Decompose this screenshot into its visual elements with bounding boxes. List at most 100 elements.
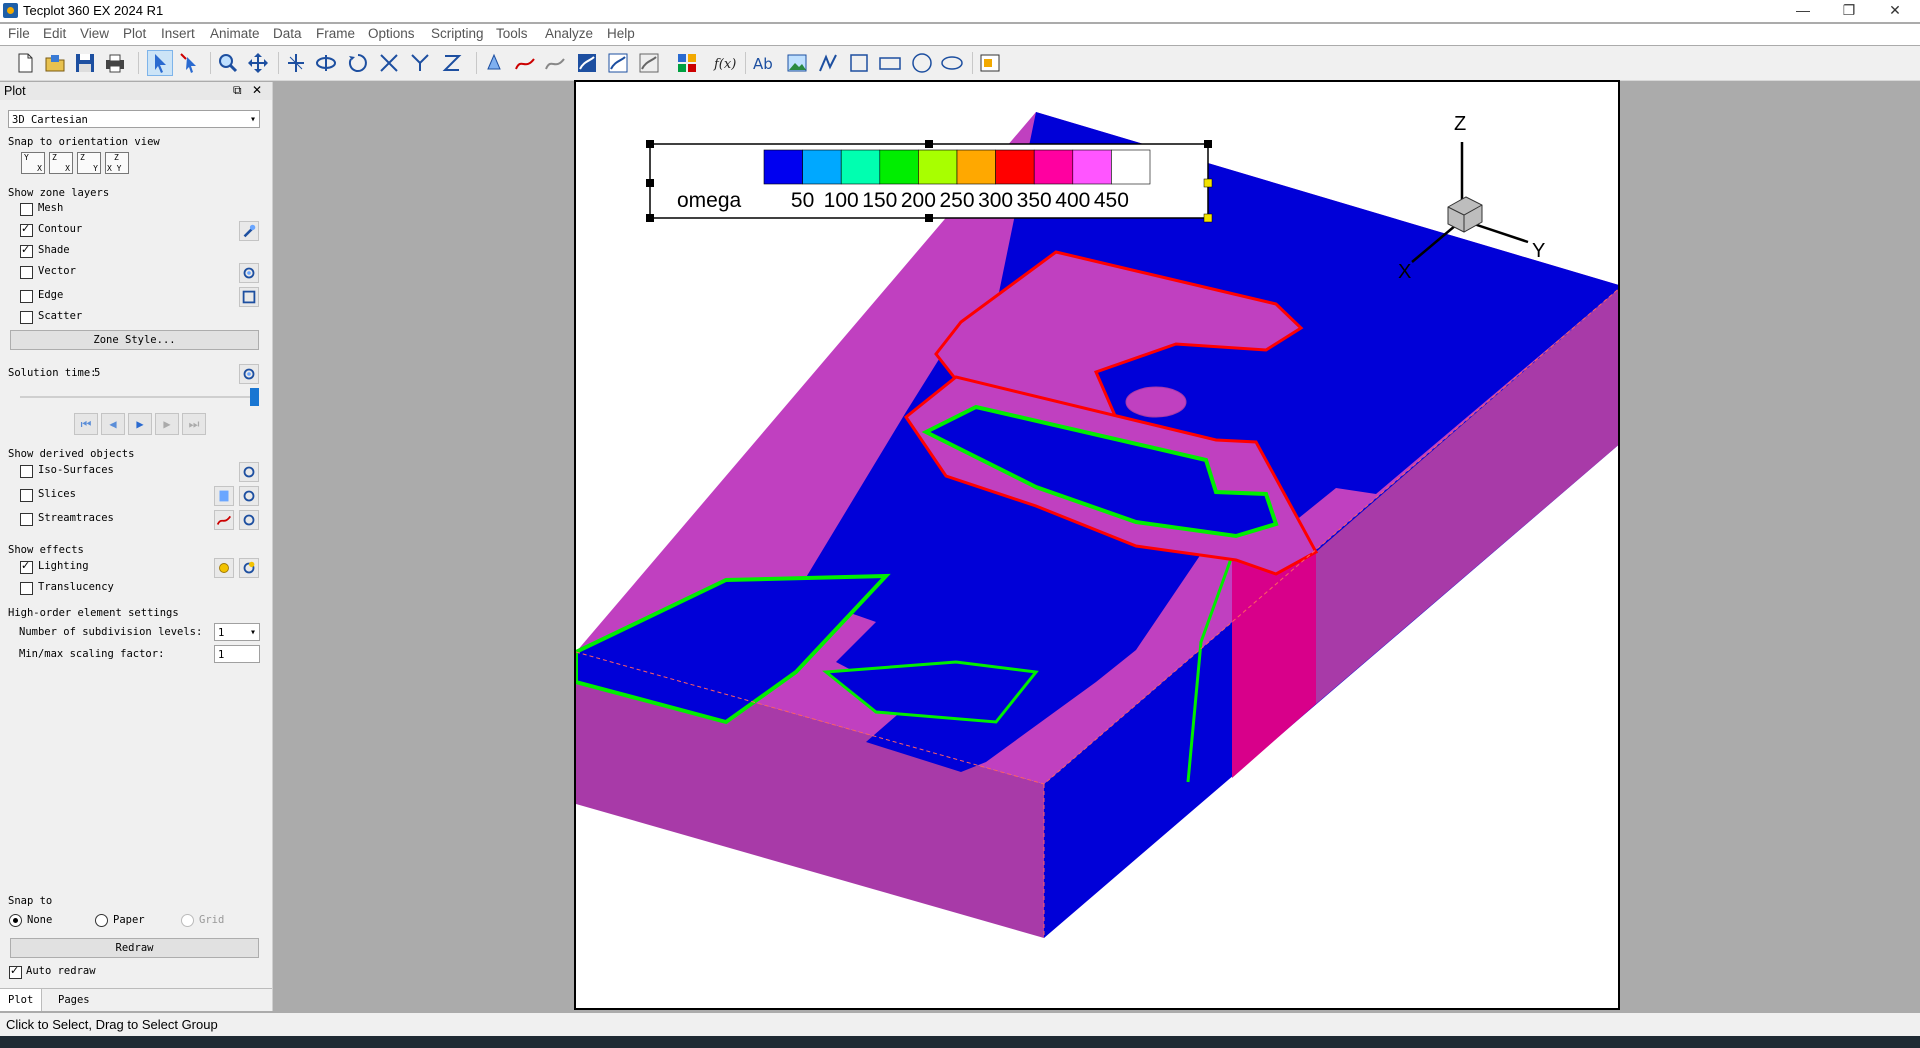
- translate-button[interactable]: [246, 51, 270, 75]
- new-layout-button[interactable]: [13, 51, 37, 75]
- add-image-button[interactable]: [785, 51, 809, 75]
- slices-place-button[interactable]: [214, 486, 234, 506]
- menu-frame[interactable]: Frame: [316, 26, 355, 41]
- iso-surfaces-settings-button[interactable]: [239, 462, 259, 482]
- contour-edit-button[interactable]: [606, 51, 630, 75]
- light-source-button[interactable]: [214, 558, 234, 578]
- redraw-button[interactable]: Redraw: [10, 938, 259, 958]
- rotate-twist-button[interactable]: [346, 51, 370, 75]
- streamtraces-place-button[interactable]: [214, 510, 234, 530]
- rotate-z-button[interactable]: [440, 51, 464, 75]
- tab-plot[interactable]: Plot: [0, 989, 43, 1011]
- menu-data[interactable]: Data: [273, 26, 302, 41]
- edge-settings-button[interactable]: [239, 287, 259, 307]
- add-rectangle-button[interactable]: [878, 51, 902, 75]
- menu-analyze[interactable]: Analyze: [545, 26, 593, 41]
- probe-button[interactable]: [482, 51, 506, 75]
- contour-settings-button[interactable]: [239, 221, 259, 241]
- undock-icon[interactable]: ⧉: [233, 83, 242, 98]
- close-panel-icon[interactable]: ✕: [252, 83, 262, 97]
- menu-insert[interactable]: Insert: [161, 26, 195, 41]
- rotate-x-button[interactable]: [377, 51, 401, 75]
- menu-tools[interactable]: Tools: [496, 26, 528, 41]
- menu-scripting[interactable]: Scripting: [431, 26, 484, 41]
- snap-grid-radio[interactable]: [181, 914, 194, 927]
- scaling-factor-input[interactable]: 1: [214, 645, 260, 663]
- slices-checkbox[interactable]: [20, 489, 33, 502]
- slices-settings-button[interactable]: [239, 486, 259, 506]
- solution-time-slider-track[interactable]: [20, 396, 250, 398]
- streamtraces-checkbox[interactable]: [20, 513, 33, 526]
- solution-time-slider-thumb[interactable]: [250, 388, 259, 406]
- menu-help[interactable]: Help: [607, 26, 635, 41]
- streamtrace-placement-button[interactable]: [513, 51, 537, 75]
- auto-redraw-checkbox[interactable]: [9, 964, 22, 979]
- open-button[interactable]: [43, 51, 67, 75]
- legend-handle-mr[interactable]: [1203, 178, 1213, 188]
- scatter-checkbox[interactable]: [20, 311, 33, 324]
- contour-extract-button[interactable]: [637, 51, 661, 75]
- contour-add-button[interactable]: [575, 51, 599, 75]
- adjustor-tool-button[interactable]: [178, 51, 202, 75]
- snap-paper-radio[interactable]: [95, 914, 108, 927]
- legend-handle-tc[interactable]: [925, 140, 933, 148]
- legend-handle-bc[interactable]: [925, 214, 933, 222]
- minimize-button[interactable]: —: [1780, 0, 1826, 22]
- add-square-button[interactable]: [847, 51, 871, 75]
- edge-checkbox[interactable]: [20, 290, 33, 303]
- save-button[interactable]: [73, 51, 97, 75]
- add-text-button[interactable]: Ab: [752, 51, 776, 75]
- snap-view-zx-button[interactable]: ZX: [49, 152, 73, 174]
- first-step-button[interactable]: ⏮: [74, 413, 98, 435]
- add-frame-button[interactable]: [978, 51, 1002, 75]
- contour-checkbox[interactable]: [20, 222, 33, 237]
- snap-none-radio[interactable]: [9, 914, 22, 927]
- zone-style-button[interactable]: Zone Style...: [10, 330, 259, 350]
- vector-checkbox[interactable]: [20, 266, 33, 279]
- streamtrace-terminate-button[interactable]: [543, 51, 567, 75]
- snap-view-yx-button[interactable]: YX: [21, 152, 45, 174]
- lighting-settings-button[interactable]: [239, 558, 259, 578]
- vector-settings-button[interactable]: [239, 263, 259, 283]
- lighting-checkbox[interactable]: [20, 559, 33, 574]
- 3d-contour-plot[interactable]: omega 50 100 150 200 250 300 350 400 450 Z Y X: [576, 82, 1618, 1008]
- streamtraces-settings-button[interactable]: [239, 510, 259, 530]
- solution-time-settings-button[interactable]: [239, 364, 259, 384]
- selector-tool-button[interactable]: [147, 50, 173, 76]
- step-back-button[interactable]: ◀: [101, 413, 125, 435]
- snap-view-zxy-button[interactable]: ZX Y: [105, 152, 129, 174]
- add-polyline-button[interactable]: [816, 51, 840, 75]
- legend-handle-br[interactable]: [1203, 213, 1213, 223]
- menu-file[interactable]: File: [8, 26, 30, 41]
- menu-animate[interactable]: Animate: [210, 26, 260, 41]
- menu-options[interactable]: Options: [368, 26, 415, 41]
- rotate-spherical-button[interactable]: [284, 51, 308, 75]
- zoom-button[interactable]: [216, 51, 240, 75]
- legend-handle-tr[interactable]: [1204, 140, 1212, 148]
- menu-view[interactable]: View: [80, 26, 109, 41]
- iso-surfaces-checkbox[interactable]: [20, 465, 33, 478]
- legend-handle-tl[interactable]: [646, 140, 654, 148]
- restore-button[interactable]: ❐: [1826, 0, 1872, 22]
- step-forward-button[interactable]: ▶: [155, 413, 179, 435]
- contour-legend[interactable]: omega 50 100 150 200 250 300 350 400 450: [646, 140, 1213, 223]
- print-button[interactable]: [103, 51, 127, 75]
- legend-handle-ml[interactable]: [646, 179, 654, 187]
- legend-handle-bl[interactable]: [646, 214, 654, 222]
- menu-plot[interactable]: Plot: [123, 26, 146, 41]
- play-button[interactable]: ▶: [128, 413, 152, 435]
- equation-button[interactable]: f(x): [712, 51, 736, 75]
- tab-pages[interactable]: Pages: [50, 989, 98, 1011]
- add-ellipse-button[interactable]: [940, 51, 964, 75]
- zone-editor-button[interactable]: [675, 51, 699, 75]
- shade-checkbox[interactable]: [20, 243, 33, 258]
- last-step-button[interactable]: ⏭: [182, 413, 206, 435]
- subdivision-dropdown[interactable]: 1 ▾: [214, 623, 260, 641]
- plot-canvas[interactable]: omega 50 100 150 200 250 300 350 400 450 Z Y X: [574, 80, 1620, 1010]
- add-circle-button[interactable]: [910, 51, 934, 75]
- close-window-button[interactable]: ✕: [1872, 0, 1918, 22]
- snap-view-zy-button[interactable]: ZY: [77, 152, 101, 174]
- mesh-checkbox[interactable]: [20, 203, 33, 216]
- menu-edit[interactable]: Edit: [43, 26, 66, 41]
- rotate-y-button[interactable]: [408, 51, 432, 75]
